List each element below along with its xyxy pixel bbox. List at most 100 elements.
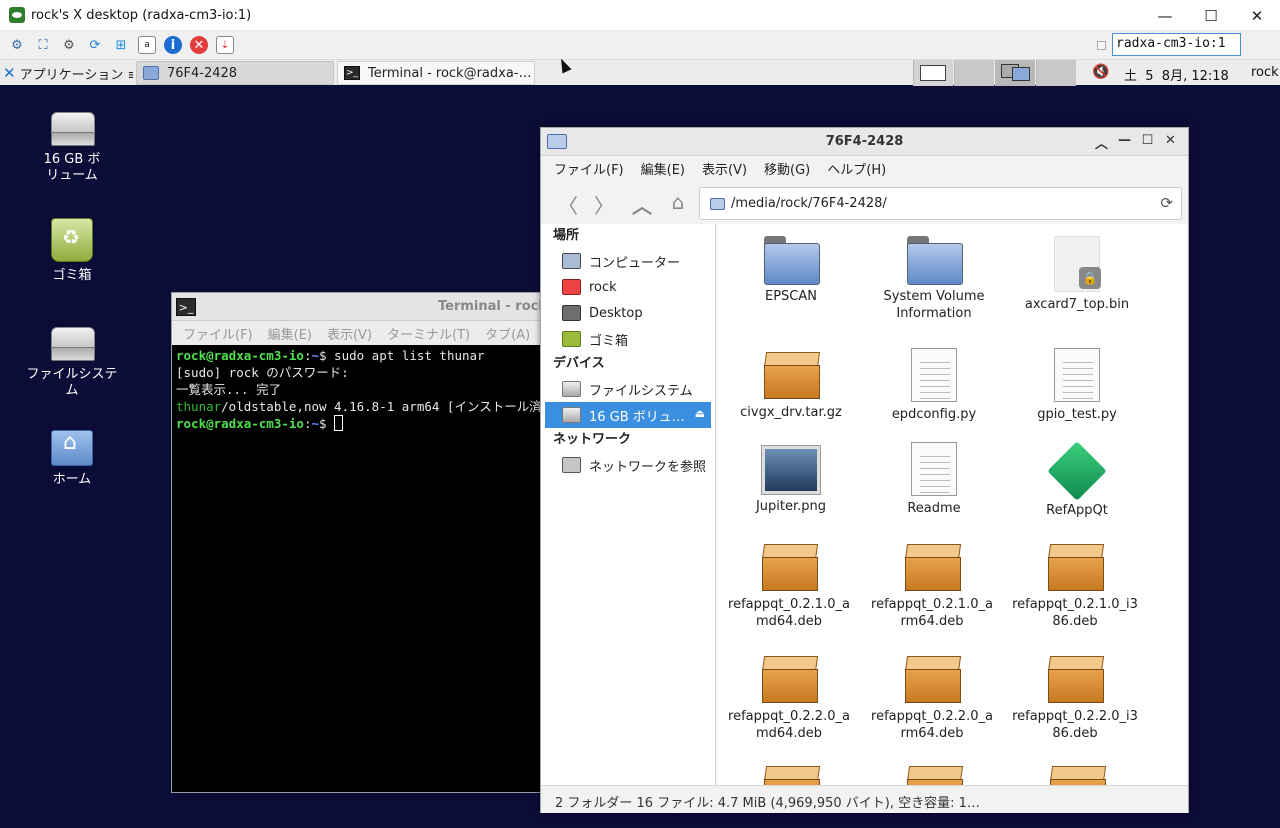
- desktop-icon-home[interactable]: ホーム: [22, 430, 122, 488]
- file-item[interactable]: refappqt_0.2.1.0_i386.deb: [1012, 544, 1138, 630]
- file-item[interactable]: refappqt_0.2.1.0_amd64.deb: [726, 544, 852, 630]
- workspace-1[interactable]: [913, 60, 953, 86]
- menu-go[interactable]: 移動(G): [764, 159, 810, 178]
- close-button[interactable]: ✕: [1234, 0, 1280, 31]
- minimize-button[interactable]: —: [1142, 0, 1188, 31]
- ctrl-alt-del-icon[interactable]: a: [138, 36, 156, 54]
- home-icon[interactable]: ⌂: [663, 190, 693, 214]
- reload-icon[interactable]: ⟳: [1160, 194, 1173, 212]
- terminal-menu-tabs[interactable]: タブ(A): [485, 324, 530, 343]
- taskbar-item-terminal[interactable]: >_ Terminal - rock@radxa-…: [337, 61, 535, 85]
- file-item[interactable]: epdconfig.py: [869, 348, 999, 423]
- sidebar-item-computer[interactable]: コンピューター: [541, 248, 715, 274]
- file-item[interactable]: EPSCAN: [726, 236, 856, 305]
- menu-file[interactable]: ファイル(F): [554, 159, 624, 178]
- options-icon[interactable]: ⚙: [8, 36, 26, 54]
- terminal-menu-terminal[interactable]: ターミナル(T): [387, 324, 470, 343]
- terminal-output[interactable]: rock@radxa-cm3-io:~$ sudo apt list thuna…: [172, 345, 550, 791]
- sidebar-item-label: コンピューター: [589, 255, 681, 271]
- refresh-icon[interactable]: ⟳: [86, 36, 104, 54]
- vnc-host-field[interactable]: radxa-cm3-io:1: [1112, 33, 1241, 56]
- sidebar-item-browse-network[interactable]: ネットワークを参照: [541, 452, 715, 478]
- maximize-button[interactable]: ☐: [1136, 133, 1159, 152]
- executable-icon: [1047, 441, 1107, 501]
- file-item[interactable]: civgx_drv.tar.gz: [726, 352, 856, 421]
- prompt-dir: ~: [311, 348, 319, 363]
- network-icon: [562, 457, 581, 473]
- archive-icon: [902, 544, 962, 592]
- fullscreen-icon[interactable]: ⛶: [34, 36, 52, 54]
- thunar-window[interactable]: 76F4-2428 ︿ — ☐ ✕ ファイル(F) 編集(E) 表示(V) 移動…: [540, 127, 1189, 813]
- workspace-2[interactable]: [954, 60, 994, 86]
- sidebar-item-trash[interactable]: ゴミ箱: [541, 326, 715, 352]
- sidebar-item-desktop[interactable]: Desktop: [541, 300, 715, 326]
- desktop-icon-volume[interactable]: 16 GB ボリューム: [22, 112, 122, 184]
- desktop-icon-label: ホーム: [52, 472, 92, 487]
- file-item-partial[interactable]: [726, 766, 856, 785]
- applications-menu-button[interactable]: ✕ アプリケーション ≡: [3, 63, 133, 83]
- workspace-4[interactable]: [1036, 60, 1076, 86]
- windows-key-icon[interactable]: ⊞: [112, 36, 130, 54]
- file-item[interactable]: Readme: [869, 442, 999, 517]
- sidebar-item-rock[interactable]: rock: [541, 274, 715, 300]
- terminal-menu-file[interactable]: ファイル(F): [183, 324, 253, 343]
- volume-icon[interactable]: 🔇: [1092, 64, 1109, 80]
- file-item[interactable]: refappqt_0.2.2.0_i386.deb: [1012, 656, 1138, 742]
- eject-icon[interactable]: ⏏: [695, 407, 705, 420]
- file-item-partial[interactable]: [869, 766, 999, 785]
- panel-user[interactable]: rock: [1251, 65, 1279, 80]
- forward-icon[interactable]: 〉: [589, 190, 619, 219]
- terminal-command: sudo apt list thunar: [326, 348, 485, 363]
- file-icon-view[interactable]: EPSCAN System Volume Information 🔒 axcard…: [717, 224, 1188, 785]
- sidebar-item-16gb-volume[interactable]: 16 GB ボリュ… ⏏: [545, 402, 711, 428]
- settings-icon[interactable]: ⚙: [60, 36, 78, 54]
- prompt-user: rock@radxa-cm3-io: [176, 416, 304, 431]
- file-item[interactable]: System Volume Information: [869, 236, 999, 322]
- file-item-partial[interactable]: [1012, 766, 1142, 785]
- file-item[interactable]: Jupiter.png: [726, 446, 856, 515]
- xfce-panel: ✕ アプリケーション ≡ 76F4-2428 >_ Terminal - roc…: [0, 59, 1280, 86]
- file-item[interactable]: refappqt_0.2.1.0_arm64.deb: [869, 544, 995, 630]
- desktop-icon-label: ファイルシステム: [26, 367, 118, 398]
- thunar-title-bar[interactable]: 76F4-2428 ︿ — ☐ ✕: [541, 128, 1188, 156]
- sidebar-item-filesystem[interactable]: ファイルシステム: [541, 376, 715, 402]
- status-bar: 2 フォルダー 16 ファイル: 4.7 MiB (4,969,950 バイト)…: [541, 785, 1188, 813]
- window-menu-button[interactable]: ︿: [1090, 133, 1113, 152]
- taskbar-item-label: 76F4-2428: [167, 65, 238, 81]
- file-item[interactable]: 🔒 axcard7_top.bin: [1012, 236, 1142, 313]
- trash-icon: [51, 218, 93, 262]
- maximize-button[interactable]: ☐: [1188, 0, 1234, 31]
- drive-icon: [562, 407, 581, 423]
- toggle-square-icon[interactable]: [1097, 41, 1106, 50]
- desktop-icon-filesystem[interactable]: ファイルシステム: [22, 327, 122, 399]
- terminal-menu-view[interactable]: 表示(V): [327, 324, 372, 343]
- up-icon[interactable]: ︿: [627, 190, 657, 219]
- taskbar-item-thunar[interactable]: 76F4-2428: [136, 61, 334, 85]
- workspace-3[interactable]: [995, 60, 1035, 86]
- disconnect-icon[interactable]: ✕: [190, 36, 208, 54]
- sidebar-item-label: ネットワークを参照: [589, 459, 707, 475]
- terminal-window[interactable]: >_ Terminal - rock ファイル(F) 編集(E) 表示(V) タ…: [171, 292, 551, 793]
- prompt-sym: $: [319, 416, 327, 431]
- file-name: Jupiter.png: [755, 499, 827, 514]
- trash-icon: [562, 331, 581, 347]
- file-item[interactable]: refappqt_0.2.2.0_amd64.deb: [726, 656, 852, 742]
- terminal-title-bar[interactable]: >_ Terminal - rock: [172, 293, 550, 321]
- panel-clock[interactable]: 土 5 8月, 12:18: [1124, 65, 1229, 84]
- minimize-button[interactable]: —: [1113, 133, 1136, 152]
- file-item[interactable]: RefAppQt: [1012, 441, 1142, 519]
- menu-view[interactable]: 表示(V): [702, 159, 747, 178]
- file-item[interactable]: gpio_test.py: [1012, 348, 1142, 423]
- info-icon[interactable]: i: [164, 36, 182, 54]
- location-bar[interactable]: /media/rock/76F4-2428/ ⟳: [699, 187, 1182, 220]
- back-icon[interactable]: 〈: [553, 190, 583, 219]
- desktop-icon-label: ゴミ箱: [52, 268, 92, 283]
- desktop-icon-trash[interactable]: ゴミ箱: [22, 218, 122, 284]
- file-transfer-icon[interactable]: ⇣: [216, 36, 234, 54]
- menu-help[interactable]: ヘルプ(H): [827, 159, 886, 178]
- file-item[interactable]: refappqt_0.2.2.0_arm64.deb: [869, 656, 995, 742]
- close-button[interactable]: ✕: [1159, 133, 1182, 152]
- terminal-menu-edit[interactable]: 編集(E): [268, 324, 312, 343]
- vnc-window-title: rock's X desktop (radxa-cm3-io:1): [31, 7, 252, 23]
- menu-edit[interactable]: 編集(E): [641, 159, 685, 178]
